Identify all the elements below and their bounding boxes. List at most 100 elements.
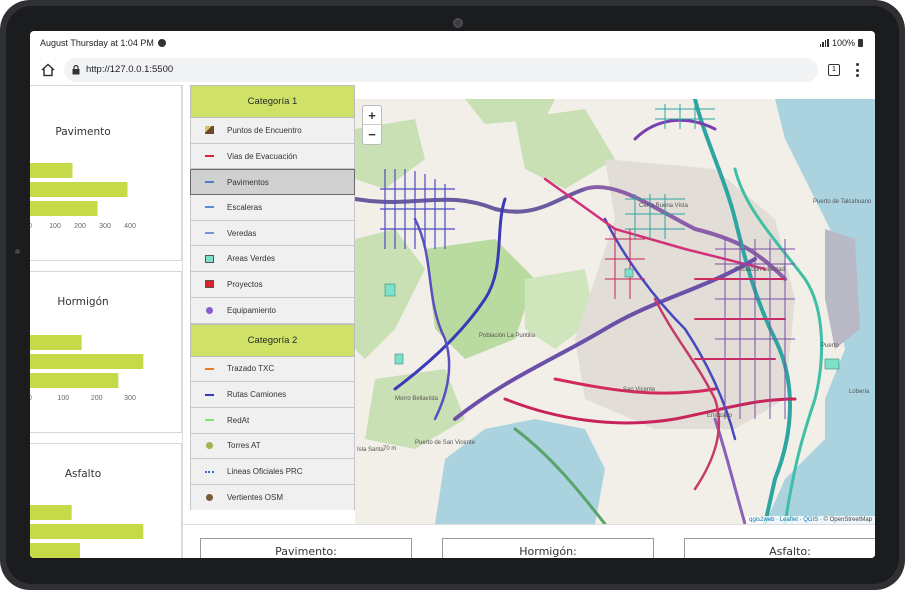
- summary-label: Pavimento:: [275, 545, 337, 558]
- layer-row-puntos-de-encuentro[interactable]: Puntos de Encuentro: [190, 118, 355, 144]
- side-sensor: [15, 249, 20, 254]
- map-canvas[interactable]: Cerro Buena Vista Población La Puntilla …: [355, 99, 875, 524]
- zoom-control: + −: [362, 105, 382, 145]
- layer-row-pavimentos[interactable]: Pavimentos: [190, 169, 355, 196]
- layer-row-areas-verdes[interactable]: Areas Verdes: [190, 246, 355, 273]
- chart-tick-label: 0: [30, 223, 32, 230]
- map-place-label: Isla Santa: [357, 447, 384, 453]
- lock-icon: [72, 65, 80, 75]
- map-place-label: Cerro Buena Vista: [639, 203, 689, 209]
- summary-card-pavimento: Pavimento:: [200, 538, 412, 558]
- chart-bar: [30, 201, 98, 216]
- layer-legend-panel: Categoría 1 Puntos de Encuentro Vias de E…: [190, 85, 355, 510]
- attribution-osm: · © OpenStreetMap: [818, 517, 872, 523]
- battery-icon: [858, 39, 863, 47]
- txc-line-icon: [191, 367, 227, 370]
- chart-bar: [30, 163, 73, 178]
- status-time: August Thursday at 1:04 PM: [40, 38, 154, 48]
- layer-row-vias-de-evacuaci-n[interactable]: Vias de Evacuación: [190, 143, 355, 170]
- layer-label: RedAt: [227, 415, 250, 425]
- layer-label: Puntos de Encuentro: [227, 125, 302, 135]
- screen: August Thursday at 1:04 PM 100% http://1…: [30, 31, 875, 558]
- layer-label: Rutas Camiones: [227, 390, 287, 400]
- category-1-header[interactable]: Categoría 1: [190, 85, 355, 118]
- chart-card-pavimento: Pavimento 0 100 200 300 400: [30, 85, 182, 261]
- sidewalk-line-icon: [191, 232, 227, 235]
- browser-menu-icon[interactable]: [855, 63, 859, 77]
- chart-tick-label: 200: [91, 395, 103, 402]
- map-place-label: Morro Bellavista: [395, 396, 439, 402]
- summary-card-hormigon: Hormigón:: [442, 538, 654, 558]
- signal-icon: [819, 39, 829, 47]
- spring-icon: [191, 493, 227, 501]
- charts-column: Pavimento 0 100 200 300 400 Hormigón 0 100 200…: [30, 85, 182, 558]
- chart-tick-label: 300: [124, 395, 136, 402]
- map-attribution: qgis2web · Leaflet · QGIS · © OpenStreet…: [746, 516, 875, 524]
- chart-bar: [30, 335, 82, 350]
- redat-line-icon: [191, 419, 227, 422]
- column-divider: [182, 85, 183, 558]
- map-place-label: Enlozado: [707, 413, 733, 419]
- layer-row-trazado-txc[interactable]: Trazado TXC: [190, 356, 355, 383]
- chart-tick-label: 0: [30, 395, 32, 402]
- layer-row-rutas-camiones[interactable]: Rutas Camiones: [190, 382, 355, 408]
- chart-bar: [30, 524, 144, 539]
- attribution-qgis2web-link[interactable]: qgis2web: [749, 517, 774, 523]
- layer-label: Vias de Evacuación: [227, 151, 298, 161]
- bar-chart-hormigon: 0 100 200 300: [30, 335, 144, 402]
- browser-toolbar: http://127.0.0.1:5500 1: [30, 55, 875, 85]
- layer-row-equipamiento[interactable]: Equipamiento: [190, 297, 355, 324]
- address-bar[interactable]: http://127.0.0.1:5500: [64, 58, 818, 82]
- chart-bar: [30, 182, 128, 197]
- chart-title: Asfalto: [64, 468, 102, 480]
- tab-switcher-button[interactable]: 1: [828, 64, 840, 76]
- zoom-in-button[interactable]: +: [363, 106, 381, 125]
- layer-row-torres-at[interactable]: Torres AT: [190, 433, 355, 460]
- page-viewport: Pavimento 0 100 200 300 400 Hormigón 0 100 200…: [30, 85, 875, 558]
- attribution-qgis-link[interactable]: QGIS: [803, 517, 818, 523]
- attribution-leaflet-link[interactable]: Leaflet: [780, 517, 798, 523]
- map-place-label: San Vicente: [623, 387, 656, 393]
- layer-label: Proyectos: [227, 279, 263, 289]
- map-place-label: Puerto de San Vicente: [415, 440, 476, 446]
- layer-row-veredas[interactable]: Veredas: [190, 220, 355, 247]
- notification-icon: [157, 39, 166, 47]
- summary-label: Hormigón:: [519, 545, 577, 558]
- layer-row-lineas-oficiales-prc[interactable]: Lineas Oficiales PRC: [190, 459, 355, 485]
- map-place-label: Lobería: [849, 389, 870, 395]
- summary-label: Asfalto:: [769, 545, 811, 558]
- stairs-line-icon: [191, 206, 227, 209]
- equipment-icon: [191, 306, 227, 314]
- meeting-point-icon: [191, 126, 227, 135]
- layer-label: Pavimentos: [227, 177, 269, 187]
- layer-label: Veredas: [227, 228, 257, 238]
- evacuation-route-icon: [191, 155, 227, 158]
- chart-title: Pavimento: [55, 126, 111, 138]
- chart-bar: [30, 505, 72, 520]
- chart-tick-label: 200: [74, 223, 86, 230]
- chart-bar: [30, 354, 144, 369]
- project-icon: [191, 280, 227, 289]
- layer-row-proyectos[interactable]: Proyectos: [190, 272, 355, 298]
- layer-label: Escaleras: [227, 202, 263, 212]
- tablet-frame: August Thursday at 1:04 PM 100% http://1…: [0, 0, 905, 590]
- home-icon[interactable]: [40, 62, 56, 78]
- layer-label: Areas Verdes: [227, 254, 276, 264]
- map-place-label: Puerto de Talcahuano: [813, 199, 872, 205]
- layer-row-escaleras[interactable]: Escaleras: [190, 195, 355, 221]
- category-2-header[interactable]: Categoría 2: [190, 323, 355, 357]
- url-text: http://127.0.0.1:5500: [86, 64, 174, 75]
- summary-area: Pavimento: Hormigón: Asfalto:: [183, 524, 875, 558]
- map-view[interactable]: Cerro Buena Vista Población La Puntilla …: [355, 99, 875, 524]
- map-place-label: Puerto: [821, 343, 839, 349]
- category-1-list: Puntos de Encuentro Vias de Evacuación Pav…: [190, 118, 355, 324]
- bar-chart-pavimento: 0 100 200 300 400: [30, 163, 136, 230]
- layer-row-redat[interactable]: RedAt: [190, 407, 355, 434]
- layer-row-vertientes-osm[interactable]: Vertientes OSM: [190, 484, 355, 510]
- category-2-list: Trazado TXC Rutas Camiones RedAt Torres AT L…: [190, 356, 355, 510]
- zoom-out-button[interactable]: −: [363, 125, 381, 144]
- layer-label: Vertientes OSM: [227, 492, 284, 502]
- map-place-label: 70 m: [383, 446, 396, 452]
- truck-route-icon: [191, 393, 227, 396]
- pavement-line-icon: [191, 181, 227, 184]
